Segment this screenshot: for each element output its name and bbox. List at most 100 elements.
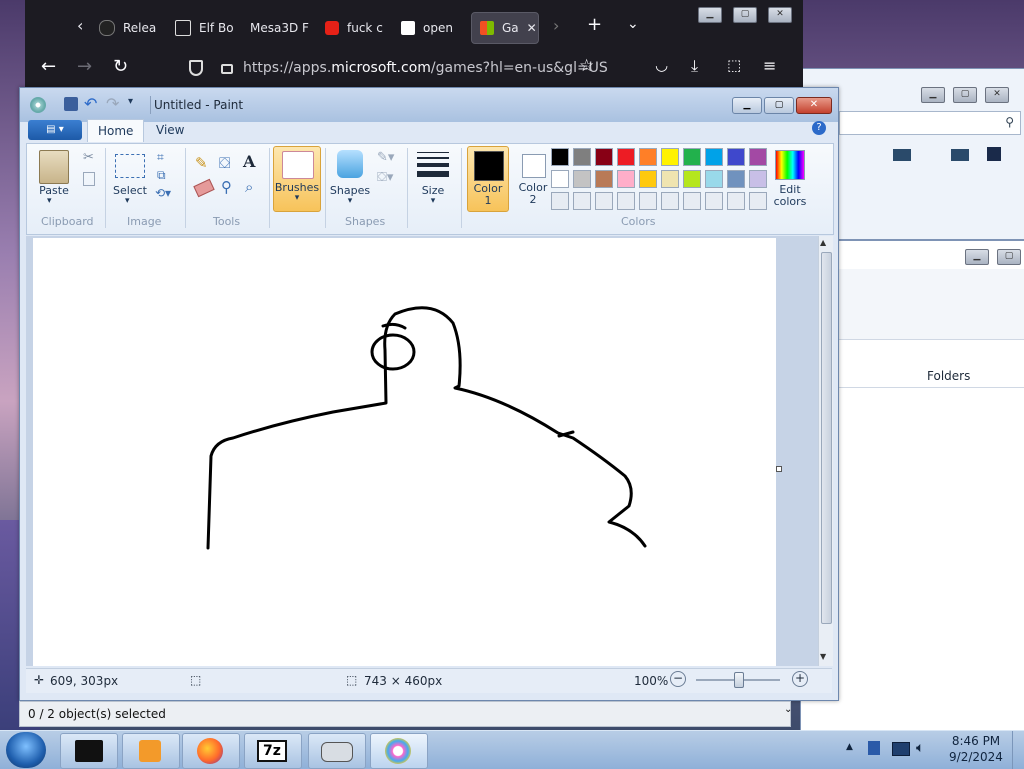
- select-icon[interactable]: [115, 154, 145, 178]
- canvas-resize-handle[interactable]: [776, 466, 782, 472]
- show-hidden-icons-icon[interactable]: ▲: [846, 742, 853, 752]
- volume-icon[interactable]: 🔈︎: [916, 740, 924, 756]
- color1-button[interactable]: Color 1: [467, 146, 509, 212]
- palette-swatch[interactable]: [617, 148, 635, 166]
- palette-swatch[interactable]: [573, 170, 591, 188]
- new-tab-icon[interactable]: +: [587, 14, 602, 35]
- palette-empty-slot[interactable]: [617, 192, 635, 210]
- pencil-icon[interactable]: ✎: [195, 154, 208, 172]
- paint-menu-button[interactable]: ▤ ▾: [28, 120, 82, 140]
- tab-open[interactable]: open: [401, 12, 463, 44]
- forward-icon[interactable]: →: [77, 56, 92, 77]
- palette-empty-slot[interactable]: [749, 192, 767, 210]
- palette-empty-slot[interactable]: [683, 192, 701, 210]
- close-tab-icon[interactable]: ✕: [527, 21, 537, 35]
- browser-window[interactable]: ‹ Relea Elf Bo Mesa3D F fuck c open Ga ✕ …: [25, 0, 803, 88]
- vertical-scrollbar[interactable]: ▲ ▼: [818, 236, 833, 666]
- undo-icon[interactable]: ↶: [84, 94, 97, 113]
- explorer-search-input[interactable]: ⚲: [839, 111, 1021, 135]
- size-icon[interactable]: [417, 152, 449, 177]
- palette-swatch[interactable]: [749, 170, 767, 188]
- scroll-up-icon[interactable]: ▲: [820, 238, 826, 247]
- help-icon[interactable]: ?: [812, 121, 826, 135]
- zoom-in-icon[interactable]: +: [792, 671, 808, 687]
- edit-colors-button[interactable]: Edit colors: [767, 184, 813, 208]
- network-tray-icon[interactable]: [868, 741, 880, 755]
- palette-swatch[interactable]: [727, 148, 745, 166]
- paste-icon[interactable]: [39, 150, 69, 184]
- start-button[interactable]: [6, 732, 46, 768]
- rotate-icon[interactable]: ⟲▾: [155, 186, 171, 200]
- copy-icon[interactable]: [83, 172, 95, 186]
- palette-swatch[interactable]: [683, 170, 701, 188]
- palette-swatch[interactable]: [727, 170, 745, 188]
- taskbar-clock[interactable]: 8:46 PM 9/2/2024: [936, 733, 1016, 765]
- tab-scroll-left-icon[interactable]: ‹: [77, 16, 83, 35]
- select-button[interactable]: Select: [107, 184, 153, 197]
- paint-maximize-button[interactable]: ▢: [764, 97, 794, 114]
- scroll-down-icon[interactable]: ▼: [820, 652, 826, 661]
- resize-icon[interactable]: ⧉: [157, 168, 166, 183]
- folders-label[interactable]: Folders: [927, 369, 970, 383]
- palette-swatch[interactable]: [551, 148, 569, 166]
- menu-icon[interactable]: ≡: [763, 56, 776, 75]
- paint-close-button[interactable]: ✕: [796, 97, 832, 114]
- paint-minimize-button[interactable]: ▁: [732, 97, 762, 114]
- paste-chevron-down-icon[interactable]: ▾: [47, 196, 52, 206]
- save-icon[interactable]: [64, 97, 78, 111]
- palette-swatch[interactable]: [661, 170, 679, 188]
- palette-swatch[interactable]: [595, 148, 613, 166]
- scrollbar-thumb[interactable]: [821, 252, 832, 624]
- explorer-close-button[interactable]: ✕: [985, 87, 1009, 103]
- palette-empty-slot[interactable]: [595, 192, 613, 210]
- palette-swatch[interactable]: [617, 170, 635, 188]
- view-icon[interactable]: [893, 149, 911, 161]
- tab-list-chevron-down-icon[interactable]: ⌄: [627, 16, 639, 32]
- redo-icon[interactable]: ↷: [106, 94, 119, 113]
- tab-home[interactable]: Home: [87, 119, 145, 142]
- magnifier-icon[interactable]: ⌕: [245, 178, 253, 196]
- tab-releases[interactable]: Relea: [99, 12, 161, 44]
- browser-maximize-button[interactable]: ▢: [733, 7, 757, 23]
- palette-empty-slot[interactable]: [573, 192, 591, 210]
- tab-games[interactable]: Ga ✕: [471, 12, 539, 44]
- palette-empty-slot[interactable]: [727, 192, 745, 210]
- brushes-button[interactable]: Brushes ▾: [273, 146, 321, 212]
- paint-app-icon[interactable]: [30, 97, 46, 113]
- zoom-out-icon[interactable]: −: [670, 671, 686, 687]
- explorer-minimize-button[interactable]: ▁: [921, 87, 945, 103]
- size-chevron-down-icon[interactable]: ▾: [411, 196, 455, 206]
- color2-button[interactable]: Color 2: [513, 146, 553, 210]
- tab-view[interactable]: View: [146, 119, 194, 141]
- text-icon[interactable]: A: [243, 152, 255, 171]
- status-chevron-down-icon[interactable]: ⌄: [784, 704, 792, 715]
- palette-empty-slot[interactable]: [661, 192, 679, 210]
- palette-swatch[interactable]: [749, 148, 767, 166]
- taskbar-terminal-button[interactable]: [60, 733, 118, 769]
- color-picker-icon[interactable]: ⚲: [221, 178, 232, 196]
- outline-icon[interactable]: ✎▾: [377, 150, 394, 165]
- reload-icon[interactable]: ↻: [113, 56, 128, 77]
- monitor-tray-icon[interactable]: [892, 742, 910, 756]
- drawing-canvas[interactable]: [33, 238, 776, 666]
- edit-colors-icon[interactable]: [775, 150, 805, 180]
- fill-style-icon[interactable]: ⛋▾: [377, 170, 393, 185]
- taskbar-7zip-button[interactable]: 7z: [244, 733, 302, 769]
- browser-minimize-button[interactable]: ▁: [698, 7, 722, 23]
- url-input[interactable]: https://apps.microsoft.com/games?hl=en-u…: [243, 60, 608, 76]
- shapes-chevron-down-icon[interactable]: ▾: [327, 196, 373, 206]
- palette-swatch[interactable]: [683, 148, 701, 166]
- palette-empty-slot[interactable]: [551, 192, 569, 210]
- palette-empty-slot[interactable]: [639, 192, 657, 210]
- help-icon[interactable]: [987, 147, 1001, 161]
- select-chevron-down-icon[interactable]: ▾: [125, 196, 130, 206]
- paint-window[interactable]: ↶ ↷ ▾ Untitled - Paint ▁ ▢ ✕ ▤ ▾ Home Vi…: [19, 87, 839, 701]
- palette-swatch[interactable]: [595, 170, 613, 188]
- cut-icon[interactable]: ✂: [83, 150, 94, 165]
- explorer2-maximize-button[interactable]: ▢: [997, 249, 1021, 265]
- customize-quick-access-chevron-down-icon[interactable]: ▾: [128, 96, 133, 107]
- preview-pane-icon[interactable]: [951, 149, 969, 161]
- tab-elf[interactable]: Elf Bo: [175, 12, 237, 44]
- eraser-icon[interactable]: [193, 178, 215, 198]
- back-icon[interactable]: ←: [41, 56, 56, 77]
